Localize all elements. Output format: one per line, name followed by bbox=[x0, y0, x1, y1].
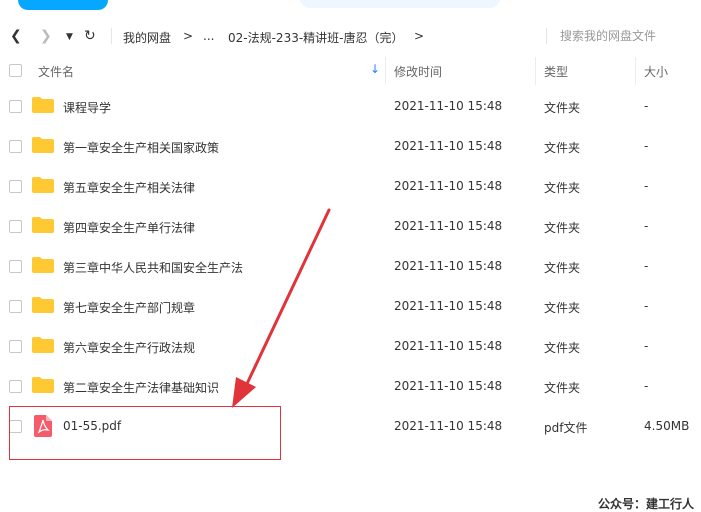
annotation-arrow bbox=[232, 208, 331, 408]
watermark-text: 公众号：建工行人 bbox=[598, 497, 695, 511]
